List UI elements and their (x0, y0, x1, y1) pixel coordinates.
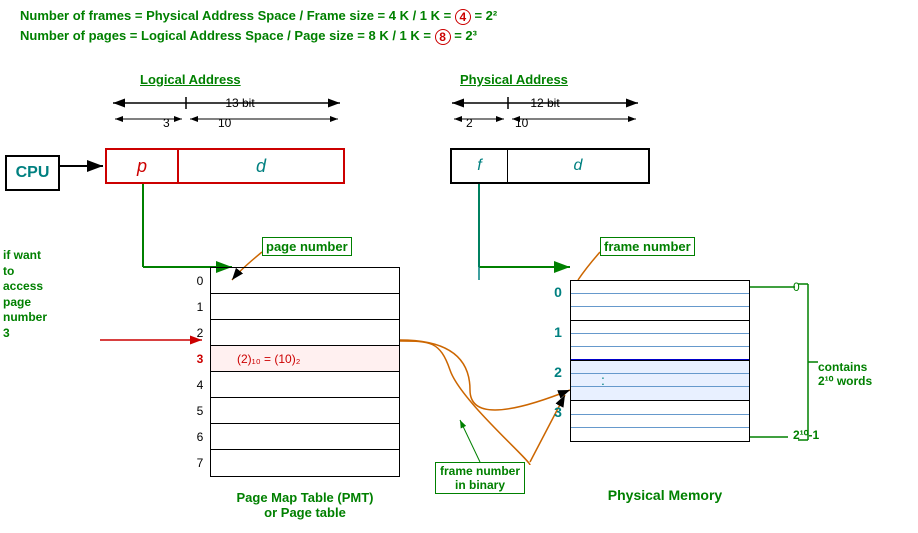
pow10-1-label: 2¹⁰-1 (793, 428, 819, 442)
table-row: 1 (571, 321, 749, 361)
pmt-table: 0 1 2 3 (2)₁₀ = (10)₂ 4 5 (210, 267, 400, 477)
pmt-row-6-num: 6 (189, 424, 211, 449)
equation-1: Number of frames = Physical Address Spac… (20, 8, 497, 25)
pmt-table-inner: 0 1 2 3 (2)₁₀ = (10)₂ 4 5 (210, 267, 400, 477)
frame-number-label: frame number (600, 237, 695, 256)
pmt-row-1-content (233, 294, 399, 319)
logical-address-box: p d (105, 148, 345, 184)
phy-row-0-content (571, 281, 749, 320)
table-row: 4 (211, 372, 399, 398)
table-row: 3 (2)₁₀ = (10)₂ (211, 346, 399, 372)
bit3-label: 3 (163, 116, 170, 130)
pmt-row-2-content (233, 320, 399, 345)
pmt-row-6-content (233, 424, 399, 449)
pmt-row-7-content (233, 450, 399, 476)
ifwant-label: if want to access page number 3 (3, 248, 98, 342)
pmt-row-4-num: 4 (189, 372, 211, 397)
pmt-row-7-num: 7 (189, 450, 211, 476)
table-row: 3 (571, 401, 749, 441)
pmt-row-2-num: 2 (189, 320, 211, 345)
table-row: 2 (211, 320, 399, 346)
phy-sub-row (571, 415, 749, 428)
contains-label: contains 2¹⁰ words (818, 360, 913, 388)
13bit-label: 13 bit (140, 96, 340, 110)
circled-4: 4 (455, 9, 471, 25)
phy-inner-0 (571, 281, 749, 320)
diagram-arrows (0, 0, 918, 533)
phy-mem-inner: 0 1 (570, 280, 750, 442)
physical-memory-table: 0 1 (570, 280, 750, 442)
cpu-label: CPU (16, 164, 50, 182)
phy-row-1-num: 1 (549, 321, 567, 340)
pmt-row-3-num: 3 (189, 346, 211, 371)
table-row: 2 : (571, 361, 749, 401)
p-cell: p (107, 150, 179, 182)
phy-row-1-content (571, 321, 749, 360)
phy-inner-2: : (571, 361, 749, 400)
pmt-row-5-content (233, 398, 399, 423)
zero-right-label: 0 (793, 280, 800, 294)
12bit-label: 12 bit (450, 96, 640, 110)
phy-inner-1 (571, 321, 749, 360)
phy-sub-row (571, 402, 749, 415)
d-cell-physical: d (508, 150, 648, 182)
table-row: 5 (211, 398, 399, 424)
phy-row-2-num: 2 (549, 361, 567, 380)
phy-sub-row (571, 334, 749, 347)
bit2-label: 2 (466, 116, 473, 130)
phy-inner-3 (571, 402, 749, 441)
phy-sub-row (571, 294, 749, 307)
cpu-box: CPU (5, 155, 60, 191)
bit10-logical-label: 10 (218, 116, 231, 130)
table-row: 7 (211, 450, 399, 476)
circled-8: 8 (435, 29, 451, 45)
logical-address-label: Logical Address (140, 72, 241, 87)
phy-sub-row (571, 347, 749, 360)
physical-address-box: f d (450, 148, 650, 184)
pmt-row-1-num: 1 (189, 294, 211, 319)
pmt-row-0-num: 0 (189, 268, 211, 293)
pmt-label: Page Map Table (PMT) or Page table (205, 490, 405, 520)
physical-address-label: Physical Address (460, 72, 568, 87)
phy-sub-row (571, 281, 749, 294)
phy-sub-row (571, 361, 749, 374)
phy-row-2-content: : (571, 361, 749, 400)
pmt-row-0-content (233, 268, 399, 293)
table-row: 0 (211, 268, 399, 294)
phy-row-3-content (571, 401, 749, 441)
phy-sub-row: : (571, 374, 749, 387)
equation-2: Number of pages = Logical Address Space … (20, 28, 477, 45)
table-row: 1 (211, 294, 399, 320)
pmt-row-3-content: (2)₁₀ = (10)₂ (233, 346, 399, 371)
physical-memory-label: Physical Memory (575, 487, 755, 503)
pmt-row-4-content (233, 372, 399, 397)
phy-sub-row (571, 321, 749, 334)
phy-sub-row (571, 307, 749, 320)
frame-binary-label: frame number in binary (435, 462, 525, 494)
pmt-row-5-num: 5 (189, 398, 211, 423)
phy-sub-row (571, 387, 749, 400)
main-diagram: Number of frames = Physical Address Spac… (0, 0, 918, 533)
phy-row-3-num: 3 (549, 401, 567, 420)
f-cell: f (452, 150, 508, 182)
table-row: 6 (211, 424, 399, 450)
table-row: 0 (571, 281, 749, 321)
d-cell-logical: d (179, 150, 343, 182)
phy-sub-row (571, 428, 749, 441)
phy-row-0-num: 0 (549, 281, 567, 300)
page-number-label: page number (262, 237, 352, 256)
bit10-physical-label: 10 (515, 116, 528, 130)
